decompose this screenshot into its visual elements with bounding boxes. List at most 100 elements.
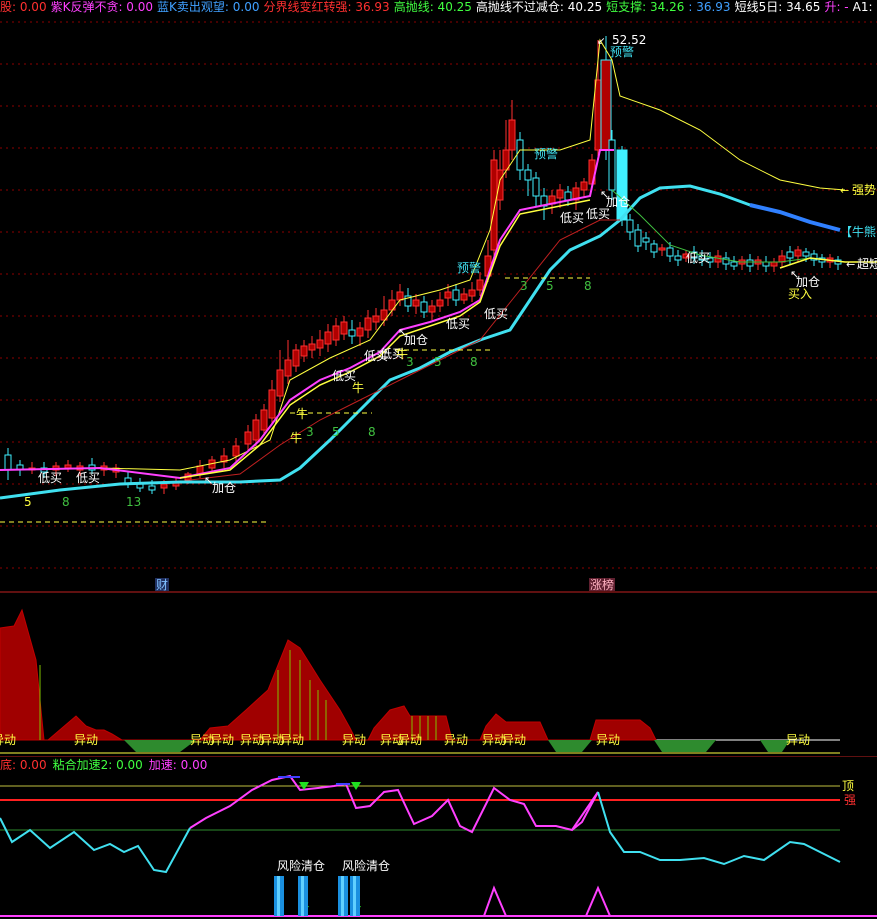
oscillator-value-1: 粘合加速2: 0.00 <box>52 758 143 772</box>
annotation-label: 低买 <box>484 307 508 321</box>
indicator-value-9: 升: - <box>824 0 849 14</box>
fib-count: 5 <box>546 279 554 293</box>
arrow-icon: ↖ <box>204 474 213 487</box>
risk-bar-highlight <box>301 876 304 916</box>
oscillator-lines: 顶强风险清仓 风险清仓 <box>0 774 877 917</box>
annotations: 预警预警预警加仓加仓加仓加仓低买 低买低买低买低买低买低买 低买低买低买牛牛牛牛买入… <box>24 33 877 592</box>
candle-body <box>490 159 498 251</box>
fib-count: 8 <box>62 495 70 509</box>
risk-bar-highlight <box>277 876 280 916</box>
annotation-label: 低买 <box>586 207 610 221</box>
arrow-icon: ↙ <box>597 36 605 47</box>
tag-zhangbang: 涨榜 <box>590 577 614 592</box>
candle-body <box>348 329 356 337</box>
candlesticks <box>4 36 842 494</box>
candle-body <box>616 149 628 221</box>
price-chart[interactable]: 预警预警预警加仓加仓加仓加仓低买 低买低买低买低买低买低买 低买低买低买牛牛牛牛买入… <box>0 14 877 604</box>
bull-bear-line-blue <box>749 203 841 232</box>
chart-grid <box>0 21 877 569</box>
fib-count: 8 <box>470 355 478 369</box>
candle-body <box>608 139 616 191</box>
accel-spike <box>483 885 507 917</box>
arrow-icon: ← <box>840 184 849 197</box>
candle-body <box>468 289 476 297</box>
annotation-label: 低买 <box>560 211 584 225</box>
red-histogram <box>0 608 657 741</box>
candle-body <box>634 229 642 247</box>
oscillator-value-0: 底: 0.00 <box>0 758 47 772</box>
indicator-value-2: 蓝K卖出观望: 0.00 <box>157 0 260 14</box>
green-histogram <box>654 740 716 752</box>
candle-body <box>396 291 404 301</box>
green-histogram <box>124 740 196 752</box>
oscillator-magenta <box>189 774 599 834</box>
annotation-label: 牛 <box>352 380 364 395</box>
candle-body <box>324 331 332 345</box>
candle-body <box>770 261 778 267</box>
candle-body <box>356 327 364 337</box>
anomaly-histogram: 异动异动异动异动异动异动异动异动异动异动异动异动异动异动异动 <box>0 608 877 757</box>
annotation-label: 加仓 <box>404 333 428 347</box>
candle-body <box>580 181 588 191</box>
anomaly-label: 异动 <box>210 733 234 747</box>
super-short-label: 超短 <box>857 256 877 271</box>
volume-anomaly-panel[interactable]: 异动异动异动异动异动异动异动异动异动异动异动异动异动异动异动 <box>0 592 877 757</box>
indicator-value-6: 短支撑: 34.26 <box>606 0 685 14</box>
candle-body <box>412 299 420 307</box>
risk-label: 风险清仓 <box>277 858 325 873</box>
indicator-value-8: 短线5日: 34.65 <box>734 0 821 14</box>
candle-body <box>268 389 276 419</box>
arrow-icon: ↖ <box>600 188 609 201</box>
candle-body <box>524 169 532 181</box>
annotation-label: 牛 <box>290 430 302 445</box>
strong-label: 强 <box>844 793 856 807</box>
annotation-label: 低买 <box>686 251 710 265</box>
accel-spike <box>585 885 611 917</box>
candle-body <box>276 369 284 397</box>
candle-body <box>308 343 316 351</box>
anomaly-label: 异动 <box>342 733 366 747</box>
candle-body <box>252 419 260 441</box>
indicator-value-7: : 36.93 <box>688 0 731 14</box>
oscillator-panel[interactable]: 顶强风险清仓 风险清仓 <box>0 772 877 919</box>
oscillator-header: 底: 0.00 粘合加速2: 0.00 加速: 0.00 <box>0 758 213 772</box>
candle-body <box>746 259 754 267</box>
candle-body <box>4 454 12 471</box>
candle-body <box>516 139 524 171</box>
indicator-value-0: 股: 0.00 <box>0 0 47 14</box>
candle-body <box>284 359 292 377</box>
candle-body <box>786 251 794 259</box>
top-label: 顶 <box>842 779 854 793</box>
candle-body <box>160 483 168 489</box>
fib-count: 5 <box>24 495 32 509</box>
candle-body <box>460 293 468 301</box>
candle-body <box>340 321 348 335</box>
annotation-label: 低买 <box>446 317 470 331</box>
green-histogram <box>548 740 592 752</box>
candle-body <box>762 261 770 267</box>
candle-body <box>244 431 252 445</box>
oscillator-value-2: 加速: 0.00 <box>148 758 208 772</box>
candle-body <box>556 189 564 199</box>
candle-body <box>674 255 682 261</box>
risk-bar-highlight <box>353 876 356 916</box>
annotation-label: 低买 <box>364 349 388 363</box>
arrow-icon: ↖ <box>790 268 799 281</box>
strong-label: 强势 <box>852 183 876 197</box>
fib-count: 3 <box>520 279 528 293</box>
candle-body <box>292 349 300 367</box>
candle-body <box>148 485 156 491</box>
peak-price-label: 52.52 <box>612 33 646 47</box>
fib-count: 13 <box>126 495 141 509</box>
candle-body <box>626 219 634 233</box>
fib-count: 8 <box>584 279 592 293</box>
candle-body <box>444 291 452 299</box>
candle-body <box>364 317 372 331</box>
indicator-header: 股: 0.00 紫K反弹不贪: 0.00 蓝K卖出观望: 0.00 分界线变红转强: … <box>0 0 877 14</box>
risk-bar-highlight <box>341 876 344 916</box>
candle-body <box>300 345 308 357</box>
indicator-value-5: 高抛线不过减仓: 40.25 <box>475 0 603 14</box>
anomaly-label: 异动 <box>398 733 422 747</box>
annotation-label: 低买 <box>76 471 100 485</box>
candle-body <box>730 261 738 267</box>
